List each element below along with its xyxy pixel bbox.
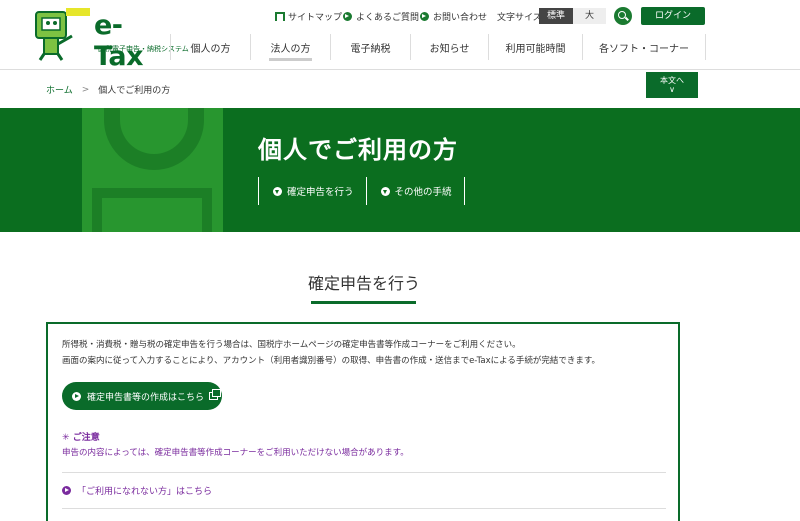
caution-heading: ✳ ご注意 xyxy=(62,433,100,443)
tax-return-panel: 所得税・消費税・贈与税の確定申告を行う場合は、国税庁ホームページの確定申告書等作… xyxy=(46,322,680,521)
not-eligible-link[interactable]: 「ご利用になれない方」はこちら xyxy=(62,484,212,497)
contact-link[interactable]: お問い合わせ xyxy=(420,8,487,24)
skip-to-content-button[interactable]: 本文へ ∨ xyxy=(646,72,698,98)
section-title-underline xyxy=(311,301,416,304)
font-size-label: 文字サイズ xyxy=(497,13,542,23)
nav-corporate[interactable]: 法人の方 xyxy=(250,34,330,61)
banner-anchor-links: 確定申告を行う その他の手続 xyxy=(258,177,465,205)
page-title: 個人でご利用の方 xyxy=(258,136,458,164)
external-link-icon xyxy=(209,389,222,400)
arrow-circle-icon xyxy=(343,11,352,21)
nav-software-corner[interactable]: 各ソフト・コーナー xyxy=(582,34,706,60)
logo-wordmark: e-Tax xyxy=(94,10,144,72)
divider xyxy=(62,508,666,509)
asterisk-icon: ✳ xyxy=(62,433,70,443)
arrow-circle-icon xyxy=(420,11,429,21)
banner-illustration xyxy=(82,108,223,232)
intro-text-1: 所得税・消費税・贈与税の確定申告を行う場合は、国税庁ホームページの確定申告書等作… xyxy=(62,340,521,350)
arrow-circle-icon xyxy=(72,391,81,401)
page-banner xyxy=(0,108,800,232)
main-nav: 個人の方 法人の方 電子納税 お知らせ 利用可能時間 各ソフト・コーナー xyxy=(170,34,706,61)
section-title: 確定申告を行う xyxy=(307,274,420,293)
sitemap-link[interactable]: サイトマップ xyxy=(275,8,342,24)
sitemap-icon xyxy=(275,11,285,21)
etax-logo[interactable]: e-Tax 国税電子申告・納税システム xyxy=(28,6,189,72)
search-icon[interactable] xyxy=(614,7,632,25)
chevron-right-icon: > xyxy=(81,84,90,95)
breadcrumb-current: 個人でご利用の方 xyxy=(98,86,171,96)
divider xyxy=(62,472,666,473)
arrow-circle-icon xyxy=(62,486,71,495)
login-button[interactable]: ログイン xyxy=(641,7,705,25)
faq-link[interactable]: よくあるご質問 xyxy=(343,8,419,24)
intro-text-2: 画面の案内に従って入力することにより、アカウント（利用者識別番号）の取得、申告書… xyxy=(62,356,601,366)
site-header: e-Tax 国税電子申告・納税システム サイトマップ よくあるご質問 お問い合わ… xyxy=(0,0,800,72)
nav-individual[interactable]: 個人の方 xyxy=(170,34,250,60)
breadcrumb-home[interactable]: ホーム xyxy=(46,83,73,96)
breadcrumb: ホーム > 個人でご利用の方 xyxy=(46,83,171,97)
caution-text: 申告の内容によっては、確定申告書等作成コーナーをご利用いただけない場合があります… xyxy=(62,448,409,458)
nav-available-hours[interactable]: 利用可能時間 xyxy=(488,34,582,60)
etax-mascot-icon xyxy=(35,8,90,61)
anchor-other-procedures[interactable]: その他の手続 xyxy=(365,177,465,205)
anchor-tax-return[interactable]: 確定申告を行う xyxy=(258,177,366,205)
font-size-large-button[interactable]: 大 xyxy=(573,8,606,24)
chevron-down-circle-icon xyxy=(273,186,282,196)
nav-e-payment[interactable]: 電子納税 xyxy=(330,34,410,60)
font-size-standard-button[interactable]: 標準 xyxy=(539,8,573,24)
create-tax-return-button[interactable]: 確定申告書等の作成はこちら xyxy=(62,382,222,410)
nav-news[interactable]: お知らせ xyxy=(410,34,488,60)
chevron-down-circle-icon xyxy=(380,186,390,196)
chevron-down-icon: ∨ xyxy=(669,85,675,94)
